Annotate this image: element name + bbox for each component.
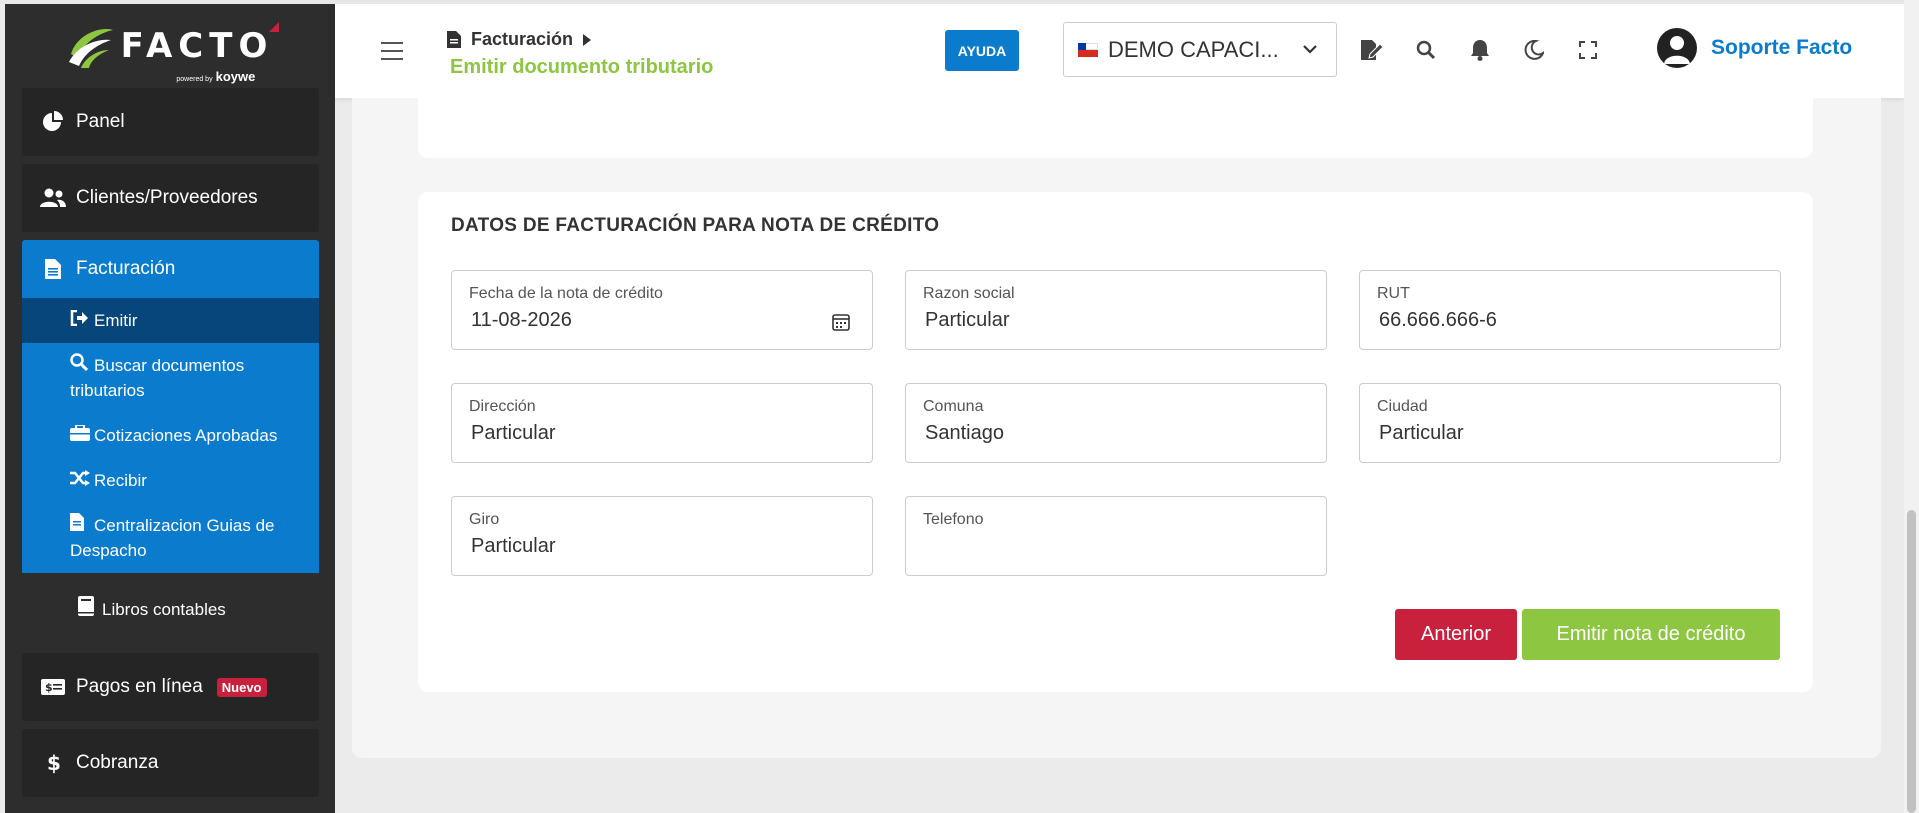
sign-document-icon[interactable] [1360, 38, 1384, 62]
field-label: Comuna [923, 398, 984, 415]
sidebar: FACTO powered by koywe Panel Clientes/Pro… [5, 4, 335, 813]
sidebar-item-label: Panel [76, 111, 125, 132]
business-line-field[interactable]: Giro Particular [451, 496, 873, 576]
field-value: Particular [925, 309, 1010, 331]
help-button[interactable]: AYUDA [945, 30, 1019, 71]
brand-powered: powered by koywe [176, 69, 256, 84]
date-field[interactable]: Fecha de la nota de crédito 11-08-2026 [451, 270, 873, 350]
field-label: RUT [1377, 285, 1410, 302]
page-scrollbar[interactable] [1904, 0, 1919, 813]
field-label: Giro [469, 511, 500, 528]
field-label: Telefono [923, 511, 984, 528]
billing-data-card: DATOS DE FACTURACIÓN PARA NOTA DE CRÉDIT… [418, 192, 1813, 692]
user-name: Soporte Facto [1711, 36, 1853, 59]
pie-chart-icon [40, 109, 66, 135]
menu-toggle-icon[interactable] [381, 42, 403, 60]
emit-credit-note-button[interactable]: Emitir nota de crédito [1522, 609, 1780, 660]
scrollbar-thumb[interactable] [1907, 510, 1916, 813]
rut-field[interactable]: RUT 66.666.666-6 [1359, 270, 1781, 350]
file-icon [70, 513, 90, 538]
field-label: Ciudad [1377, 398, 1428, 415]
search-icon [70, 353, 90, 378]
sidebar-subitem-label: Emitir [94, 311, 138, 330]
sidebar-subitem-emit[interactable]: Emitir [22, 298, 319, 343]
city-field[interactable]: Ciudad Particular [1359, 383, 1781, 463]
sidebar-subitem-label: Recibir [94, 471, 147, 490]
document-icon [40, 256, 66, 282]
company-name: DEMO CAPACI... [1108, 36, 1279, 62]
svg-text:$: $ [47, 752, 60, 774]
field-value: 11-08-2026 [471, 309, 572, 331]
sidebar-subitem-search-docs[interactable]: Buscar documentos tributarios [22, 343, 319, 413]
money-bill-icon: $ [40, 674, 66, 700]
section-title: DATOS DE FACTURACIÓN PARA NOTA DE CRÉDIT… [451, 215, 940, 236]
brand-name: FACTO [120, 26, 274, 66]
sidebar-group-billing: Facturación Emitir Buscar documentos tri… [22, 240, 319, 645]
previous-button[interactable]: Anterior [1395, 609, 1517, 660]
sidebar-item-label: Facturación [76, 258, 176, 279]
previous-card [418, 98, 1813, 158]
field-label: Razon social [923, 285, 1015, 302]
sidebar-subitem-books[interactable]: Libros contables [22, 573, 319, 645]
toolbar-icons [1360, 38, 1600, 62]
svg-text:$: $ [45, 681, 53, 694]
sidebar-subitem-label: Cotizaciones Aprobadas [94, 426, 278, 445]
bell-icon[interactable] [1468, 38, 1492, 62]
sidebar-item-collections[interactable]: $ Cobranza [22, 729, 319, 797]
sidebar-subitem-label: Buscar documentos tributarios [70, 356, 245, 400]
field-value: Particular [1379, 422, 1464, 444]
chevron-down-icon [1303, 45, 1317, 54]
chile-flag-icon [1078, 42, 1098, 57]
search-icon[interactable] [1414, 38, 1438, 62]
sign-out-icon [70, 308, 90, 333]
user-menu[interactable]: Soporte Facto [1657, 28, 1852, 68]
sidebar-subitem-quotes[interactable]: Cotizaciones Aprobadas [22, 413, 319, 458]
brand-logo[interactable]: FACTO powered by koywe [5, 4, 335, 88]
field-value: Particular [471, 535, 556, 557]
commune-field[interactable]: Comuna Santiago [905, 383, 1327, 463]
business-name-field[interactable]: Razon social Particular [905, 270, 1327, 350]
document-icon [447, 31, 461, 48]
sidebar-subitem-label: Centralizacion Guias de Despacho [70, 516, 275, 560]
avatar [1657, 28, 1697, 68]
sidebar-subitem-dispatch-guides[interactable]: Centralizacion Guias de Despacho [22, 503, 319, 573]
book-icon [78, 595, 98, 623]
sidebar-item-billing[interactable]: Facturación [22, 240, 319, 298]
field-value: Particular [471, 422, 556, 444]
sidebar-item-label: Pagos en línea [76, 676, 203, 697]
shuffle-icon [70, 468, 90, 493]
sidebar-item-payments[interactable]: $ Pagos en línea Nuevo [22, 653, 319, 721]
facto-logo-icon [68, 29, 113, 68]
field-value: 66.666.666-6 [1379, 309, 1497, 331]
sidebar-subitem-receive[interactable]: Recibir [22, 458, 319, 503]
sidebar-item-label: Clientes/Proveedores [76, 187, 258, 208]
new-badge: Nuevo [216, 677, 267, 697]
phone-field[interactable]: Telefono [905, 496, 1327, 576]
sidebar-item-label: Cobranza [76, 752, 159, 773]
topbar: Facturación Emitir documento tributario … [335, 4, 1904, 98]
field-value: Santiago [925, 422, 1004, 444]
page-title: Emitir documento tributario [450, 56, 714, 78]
sidebar-item-clients[interactable]: Clientes/Proveedores [22, 164, 319, 232]
field-label: Dirección [469, 398, 536, 415]
sidebar-item-panel[interactable]: Panel [22, 88, 319, 156]
field-label: Fecha de la nota de crédito [469, 285, 663, 302]
company-select[interactable]: DEMO CAPACI... [1063, 22, 1337, 77]
breadcrumb: Facturación [447, 29, 592, 50]
address-field[interactable]: Dirección Particular [451, 383, 873, 463]
fullscreen-icon[interactable] [1576, 38, 1600, 62]
moon-icon[interactable] [1522, 38, 1546, 62]
brand-accent-icon [269, 22, 280, 32]
breadcrumb-section[interactable]: Facturación [471, 29, 573, 50]
users-icon [40, 185, 66, 211]
sidebar-subitem-label: Libros contables [102, 599, 226, 619]
dollar-icon: $ [40, 750, 66, 776]
briefcase-icon [70, 423, 90, 448]
calendar-icon[interactable] [832, 313, 850, 331]
caret-right-icon [583, 33, 592, 46]
